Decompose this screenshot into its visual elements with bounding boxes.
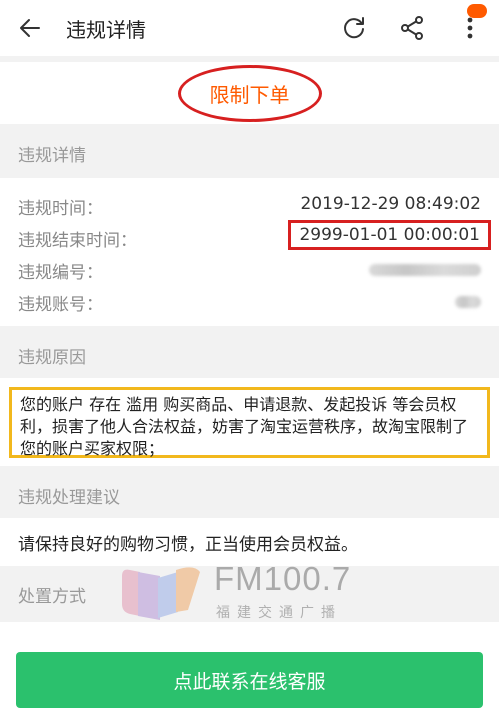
bottom-bar: 点此联系在线客服 — [0, 622, 499, 724]
section-title-reason: 违规原因 — [18, 347, 86, 368]
share-icon — [401, 16, 423, 40]
refresh-button[interactable] — [325, 0, 383, 56]
section-title-details: 违规详情 — [18, 145, 86, 166]
detail-row-time: 违规时间： 2019-12-29 08:49:02 — [18, 190, 481, 220]
contact-customer-service-button[interactable]: 点此联系在线客服 — [16, 652, 483, 708]
watermark-subtitle: 福建交通广播 — [216, 605, 342, 621]
top-bar: 违规详情 — [0, 0, 499, 56]
redacted-value — [369, 264, 481, 276]
watermark-title: FM100.7 — [214, 560, 352, 597]
back-arrow-icon — [20, 19, 40, 37]
advice-text: 请保持良好的购物习惯，正当使用会员权益。 — [0, 518, 499, 566]
watermark: FM100.7 福建交通广播 — [118, 560, 378, 624]
watermark-logo — [122, 567, 200, 620]
detail-value-highlighted: 2999-01-01 00:00:01 — [288, 220, 491, 250]
redacted-value — [455, 296, 481, 308]
page-title: 违规详情 — [66, 17, 146, 42]
share-button[interactable] — [383, 0, 441, 56]
detail-panel: 违规时间： 2019-12-29 08:49:02 违规结束时间： 2999-0… — [0, 178, 499, 326]
reason-text: 您的账户 存在 滥用 购买商品、申请退款、发起投诉 等会员权利，损害了他人合法权… — [9, 387, 490, 458]
refresh-icon — [344, 17, 364, 39]
status-text: 限制下单 — [177, 64, 322, 122]
detail-label: 违规账号： — [18, 295, 103, 315]
section-title-advice: 违规处理建议 — [18, 487, 120, 508]
more-vertical-icon — [467, 17, 473, 39]
reason-panel: 您的账户 存在 滥用 购买商品、申请退款、发起投诉 等会员权利，损害了他人合法权… — [0, 378, 499, 466]
notification-badge — [467, 4, 487, 18]
detail-row-end-time: 违规结束时间： 2999-01-01 00:00:01 — [18, 220, 491, 252]
detail-label: 违规编号： — [18, 263, 103, 283]
back-button[interactable] — [0, 0, 60, 56]
more-button[interactable] — [441, 0, 499, 56]
detail-label: 违规时间： — [18, 199, 103, 219]
detail-value: 2019-12-29 08:49:02 — [300, 194, 481, 214]
status-card: 限制下单 — [0, 62, 499, 124]
detail-row-account: 违规账号： — [18, 286, 481, 316]
detail-label: 违规结束时间： — [18, 231, 137, 251]
top-actions — [325, 0, 499, 56]
detail-row-id: 违规编号： — [18, 254, 481, 284]
